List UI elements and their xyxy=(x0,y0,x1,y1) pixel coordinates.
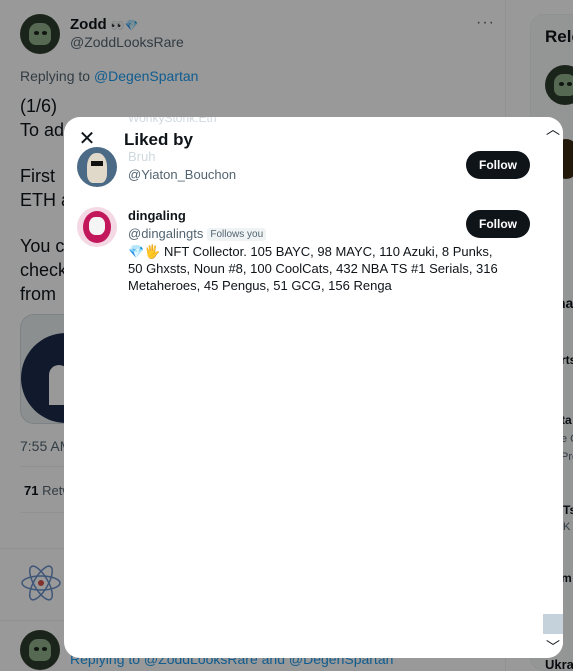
user-row[interactable]: dingaling @dingalingts Follows you Follow… xyxy=(64,207,563,307)
user-row[interactable]: Bruh @Yiaton_Bouchon Follow xyxy=(64,147,563,207)
avatar[interactable] xyxy=(77,147,117,187)
scroll-up-icon[interactable]: ︿ xyxy=(546,119,560,139)
follows-you-badge: Follows you xyxy=(207,228,267,241)
scrollbar-thumb[interactable] xyxy=(543,614,563,634)
user-name[interactable]: dingaling xyxy=(128,208,186,223)
user-name[interactable]: Bruh xyxy=(128,149,155,164)
user-bio: 💎🖐 NFT Collector. 105 BAYC, 98 MAYC, 110… xyxy=(128,244,498,293)
scrollbar[interactable] xyxy=(543,117,563,658)
user-handle[interactable]: @Yiaton_Bouchon xyxy=(128,167,236,182)
user-handle[interactable]: @dingalingts Follows you xyxy=(128,226,267,241)
scrolled-user-ghost: WonkyStonk.Eth xyxy=(128,117,217,125)
follow-button[interactable]: Follow xyxy=(466,151,530,179)
avatar[interactable] xyxy=(77,207,117,247)
follow-button[interactable]: Follow xyxy=(466,210,530,238)
scroll-down-icon[interactable]: ﹀ xyxy=(546,637,560,657)
close-icon[interactable]: ✕ xyxy=(76,127,98,150)
liked-by-modal: WonkyStonk.Eth ✕ Liked by Bruh @Yiaton_B… xyxy=(64,117,563,658)
